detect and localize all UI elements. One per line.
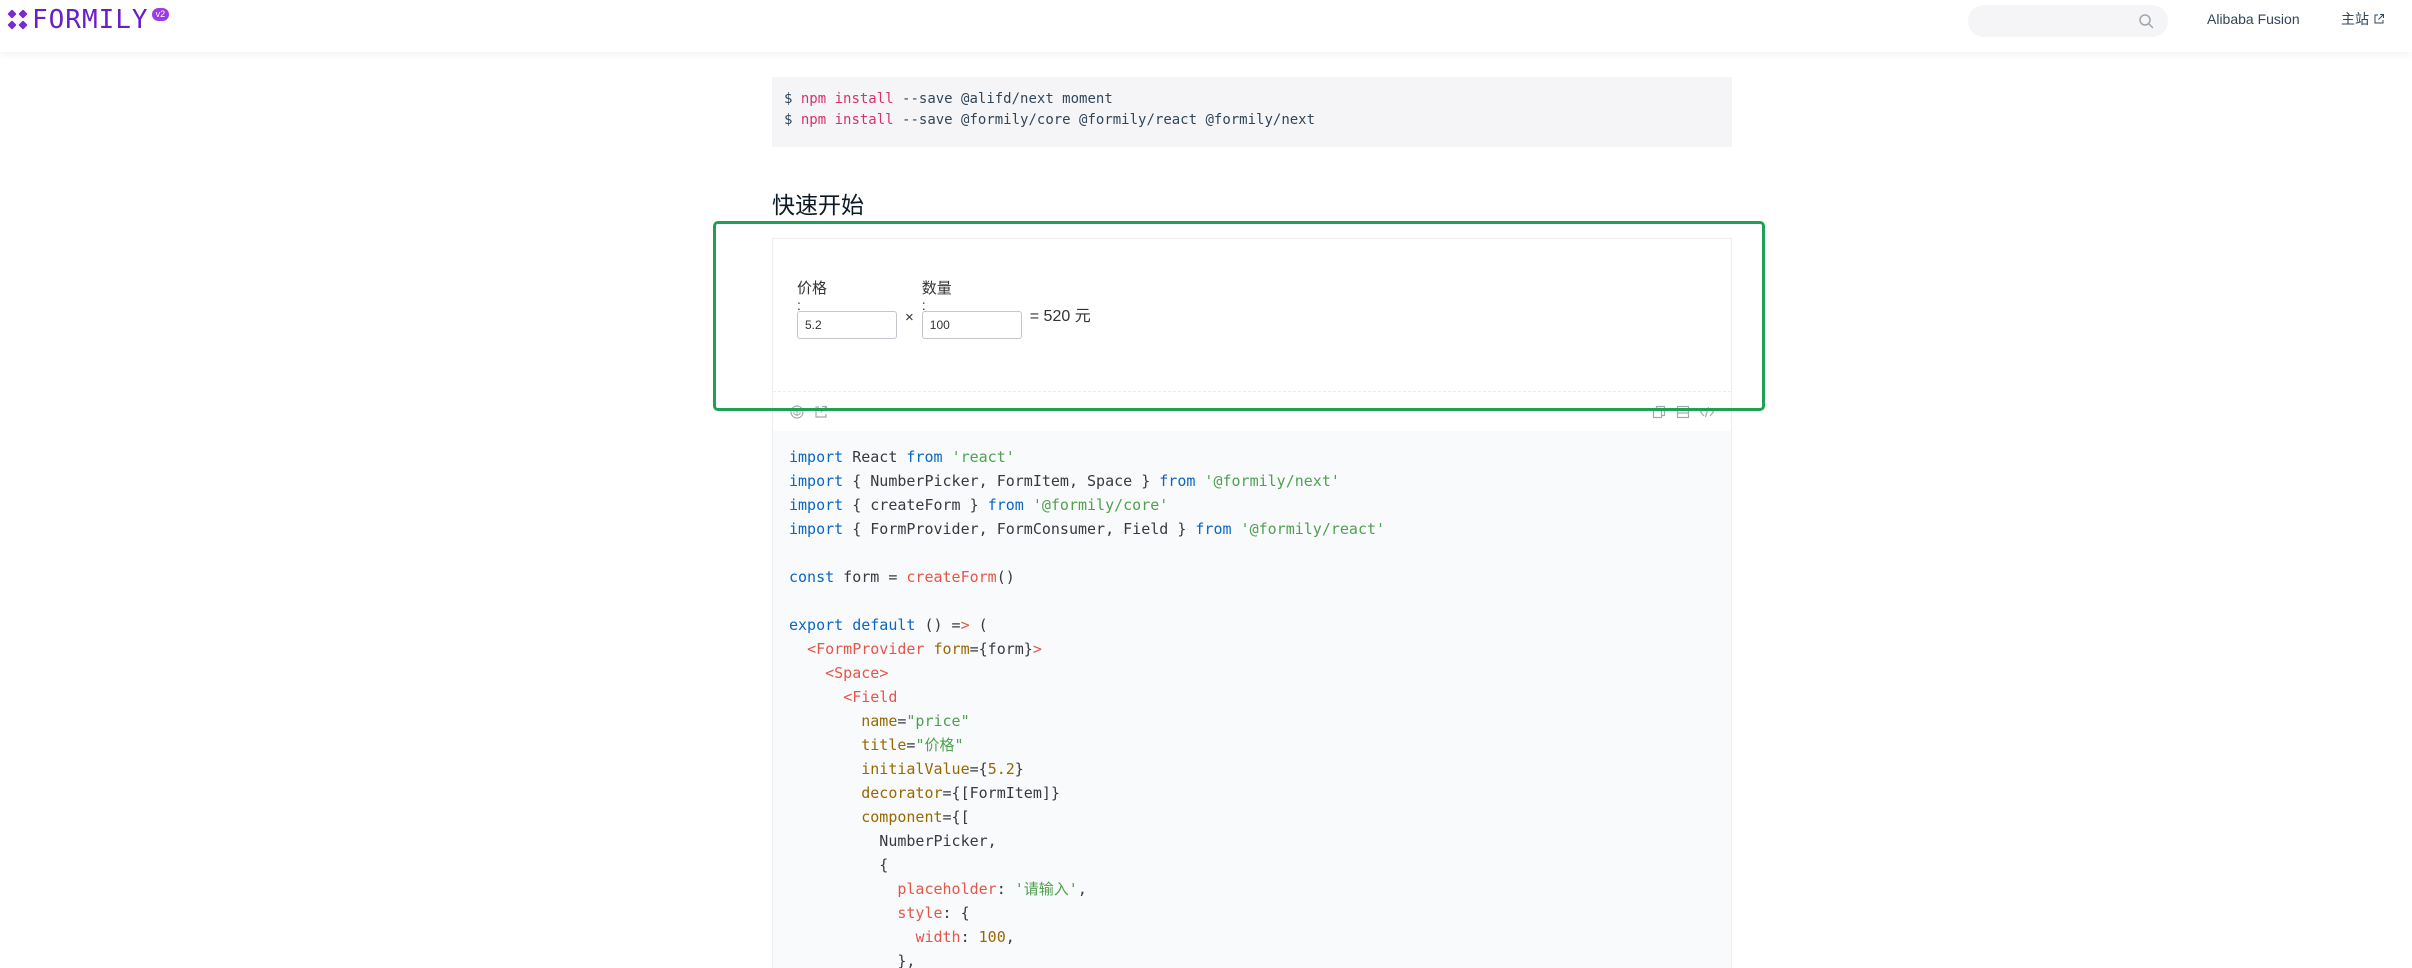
top-header: FORMILY v2 Alibaba Fusion 主站 bbox=[0, 0, 2412, 52]
price-label: 价格 bbox=[797, 280, 828, 297]
logo-text: FORMILY bbox=[32, 5, 149, 35]
section-title-quick-start: 快速开始 bbox=[772, 192, 864, 218]
demo-card: 价格 : 5.2 × 数量 : 100 = 520 元 import React… bbox=[772, 238, 1732, 968]
code-line: import { createForm } from '@formily/cor… bbox=[789, 496, 1169, 514]
source-code-block: import React from 'react' import { Number… bbox=[773, 431, 1731, 968]
form-row: 价格 : 5.2 × 数量 : 100 = 520 元 bbox=[797, 279, 1091, 339]
formily-logo[interactable]: FORMILY v2 bbox=[7, 5, 170, 35]
npm-command: npm install bbox=[800, 112, 894, 128]
install-line-1: $ npm install --save @alifd/next moment bbox=[784, 91, 1113, 107]
code-line: NumberPicker, bbox=[789, 832, 997, 850]
code-line: title="价格" bbox=[861, 736, 964, 754]
code-line: component={[ bbox=[861, 808, 970, 826]
show-code-icon[interactable] bbox=[1699, 404, 1715, 420]
code-line: <FormProvider form={form}> bbox=[807, 640, 1042, 658]
code-line: import React from 'react' bbox=[789, 448, 1015, 466]
search-box[interactable] bbox=[1968, 5, 2168, 37]
code-line: { bbox=[789, 856, 889, 874]
copy-code-icon[interactable] bbox=[1651, 404, 1667, 420]
open-in-new-tab-icon[interactable] bbox=[813, 404, 829, 420]
price-number-picker[interactable]: 5.2 bbox=[797, 311, 897, 339]
count-form-item: 数量 : 100 bbox=[921, 279, 1022, 339]
count-label: 数量 bbox=[921, 280, 952, 297]
logo-mark-icon bbox=[7, 9, 28, 30]
code-line: import { FormProvider, FormConsumer, Fie… bbox=[789, 520, 1386, 538]
total-result: = 520 元 bbox=[1029, 308, 1091, 325]
code-line: const form = createForm() bbox=[789, 568, 1015, 586]
npm-command: npm install bbox=[800, 91, 894, 107]
code-line: width: 100, bbox=[915, 928, 1015, 946]
install-line-2: $ npm install --save @formily/core @form… bbox=[784, 112, 1316, 128]
code-line: initialValue={5.2} bbox=[861, 760, 1024, 778]
code-line: placeholder: '请输入', bbox=[897, 880, 1087, 898]
search-input[interactable] bbox=[1968, 5, 2128, 37]
nav-alibaba-fusion[interactable]: Alibaba Fusion bbox=[2207, 9, 2300, 29]
code-line: style: { bbox=[897, 904, 970, 922]
nav-home-link[interactable]: 主站 bbox=[2341, 9, 2385, 29]
code-line: }, bbox=[789, 952, 916, 968]
count-number-picker[interactable]: 100 bbox=[921, 311, 1022, 339]
code-line: export default () => ( bbox=[789, 616, 988, 634]
demo-preview: 价格 : 5.2 × 数量 : 100 = 520 元 bbox=[773, 239, 1731, 391]
multiply-sign: × bbox=[905, 309, 914, 326]
expand-code-icon[interactable] bbox=[1675, 404, 1691, 420]
code-line: decorator={[FormItem]} bbox=[861, 784, 1060, 802]
nav-home-label: 主站 bbox=[2341, 11, 2369, 27]
install-code-block: $ npm install --save @alifd/next moment … bbox=[772, 77, 1732, 147]
code-line: <Space> bbox=[825, 664, 889, 682]
count-colon: : bbox=[921, 297, 926, 313]
price-form-item: 价格 : 5.2 bbox=[797, 279, 897, 339]
code-line: import { NumberPicker, FormItem, Space }… bbox=[789, 472, 1340, 490]
codesandbox-icon[interactable] bbox=[789, 404, 805, 420]
external-link-icon bbox=[2374, 14, 2384, 24]
price-colon: : bbox=[797, 297, 801, 313]
version-badge: v2 bbox=[151, 7, 170, 21]
code-line: <Field bbox=[843, 688, 898, 706]
code-line: name="price" bbox=[861, 712, 970, 730]
demo-actions-bar bbox=[773, 391, 1731, 431]
search-icon[interactable] bbox=[2138, 13, 2154, 29]
